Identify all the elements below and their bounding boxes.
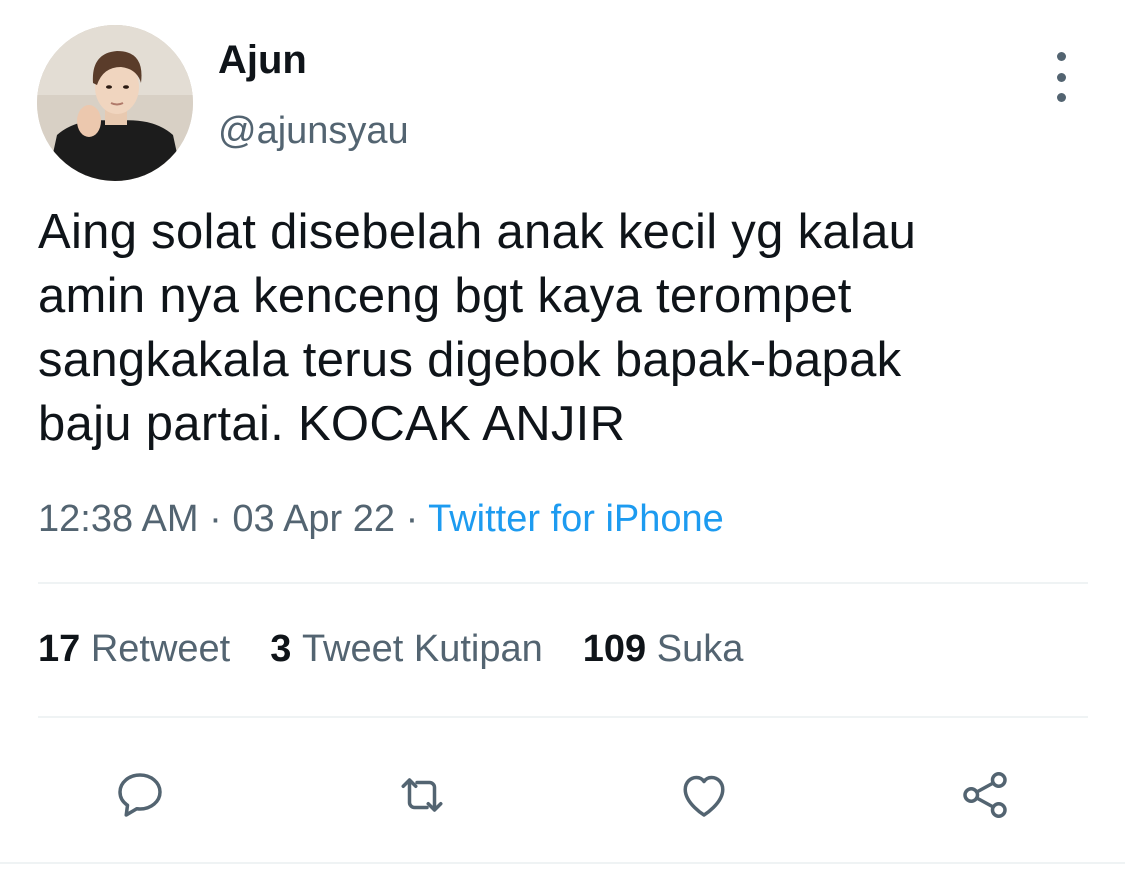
retweet-count-value: 17 [38, 628, 91, 670]
retweet-icon [401, 778, 443, 812]
meta-separator: · [405, 498, 429, 540]
quote-count-label: Tweet Kutipan [301, 628, 543, 670]
like-icon [683, 775, 725, 817]
bottom-divider [0, 862, 1125, 864]
tweet-text-line: baju partai. KOCAK ANJIR [38, 397, 626, 451]
tweet-text-line: sangkakala terus digebok bapak-bapak [38, 333, 902, 387]
reply-icon [118, 773, 162, 817]
tweet-date[interactable]: 03 Apr 22 [232, 498, 395, 540]
quote-count[interactable]: 3 Tweet Kutipan [270, 628, 543, 671]
like-button[interactable] [664, 755, 744, 835]
share-icon [963, 772, 1007, 818]
tweet-text-line: amin nya kenceng bgt kaya terompet [38, 269, 852, 323]
tweet-meta: 12:38 AM · 03 Apr 22 · Twitter for iPhon… [38, 498, 724, 541]
tweet-time[interactable]: 12:38 AM [38, 498, 199, 540]
engagement-stats: 17 Retweet 3 Tweet Kutipan 109 Suka [38, 628, 783, 671]
divider [38, 716, 1088, 718]
divider [38, 582, 1088, 584]
more-options-icon[interactable] [1046, 52, 1076, 102]
like-count-label: Suka [656, 628, 744, 670]
like-count-value: 109 [582, 628, 657, 670]
tweet-source-link[interactable]: Twitter for iPhone [428, 498, 724, 540]
like-count[interactable]: 109 Suka [583, 628, 744, 671]
user-handle[interactable]: @ajunsyau [218, 110, 409, 153]
tweet-text-line: Aing solat disebelah anak kecil yg kalau [38, 205, 917, 259]
meta-separator: · [209, 498, 233, 540]
share-button[interactable] [945, 755, 1025, 835]
retweet-count-label: Retweet [90, 628, 231, 670]
quote-count-value: 3 [270, 628, 302, 670]
retweet-count[interactable]: 17 Retweet [38, 628, 230, 671]
retweet-button[interactable] [382, 755, 462, 835]
tweet-actions [0, 755, 1125, 835]
reply-button[interactable] [100, 755, 180, 835]
display-name[interactable]: Ajun [218, 38, 307, 83]
avatar[interactable] [37, 25, 193, 181]
tweet-text: Aing solat disebelah anak kecil yg kalau… [38, 200, 1088, 456]
avatar-image [37, 25, 193, 181]
